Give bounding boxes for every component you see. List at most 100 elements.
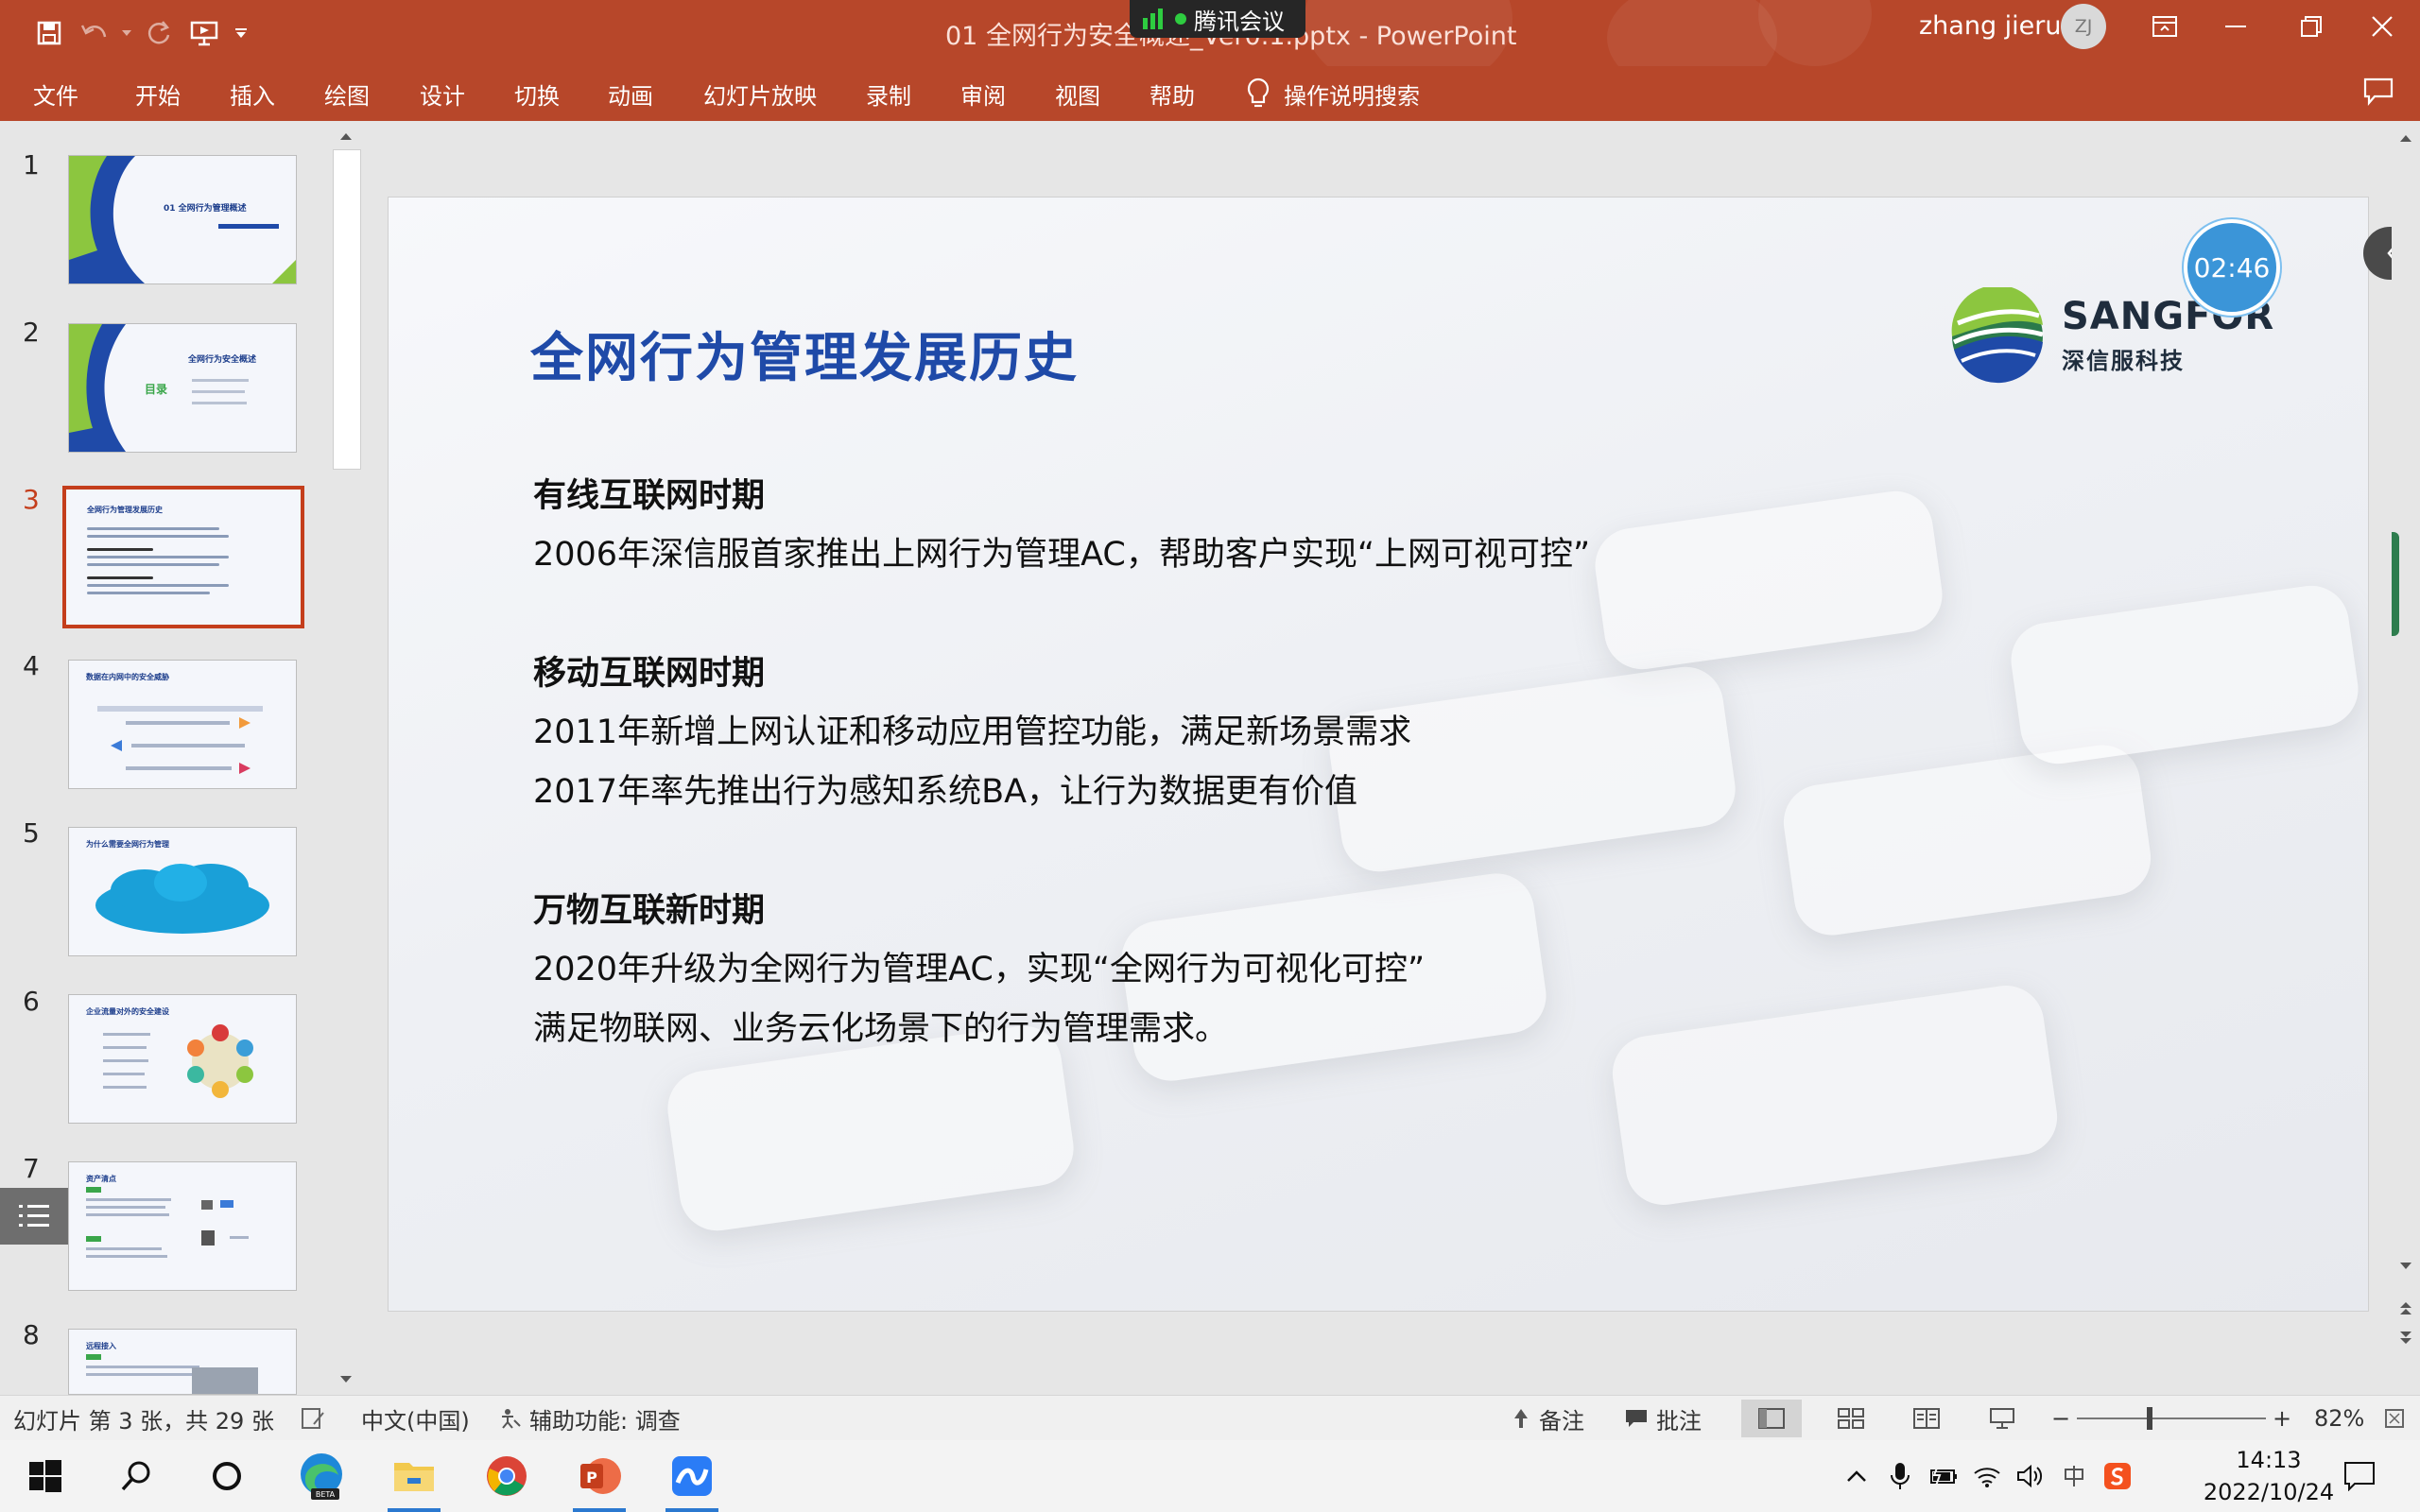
tab-animations[interactable]: 动画 xyxy=(608,66,653,121)
edge-beta-icon[interactable]: BETA xyxy=(291,1446,352,1506)
tell-me-search[interactable]: 操作说明搜索 xyxy=(1246,66,1420,121)
floating-panel-handle[interactable] xyxy=(2392,532,2399,636)
tab-slide-show[interactable]: 幻灯片放映 xyxy=(703,66,817,121)
tab-help[interactable]: 帮助 xyxy=(1150,66,1195,121)
user-name[interactable]: zhang jieru xyxy=(1919,11,2062,41)
zoom-level[interactable]: 82% xyxy=(2314,1396,2364,1441)
scroll-up-icon[interactable] xyxy=(331,125,361,147)
tab-home[interactable]: 开始 xyxy=(135,66,181,121)
thumbnail-title: 全网行为管理发展历史 xyxy=(87,506,163,514)
normal-view-button[interactable] xyxy=(1741,1400,1802,1437)
thumbnail-number: 2 xyxy=(23,317,40,348)
slide-thumbnail-8[interactable]: 远程接入 xyxy=(68,1329,297,1395)
spelling-check-icon[interactable] xyxy=(301,1396,325,1441)
lightbulb-icon xyxy=(1247,77,1270,108)
notification-center-icon[interactable] xyxy=(2329,1446,2390,1506)
tab-design[interactable]: 设计 xyxy=(420,66,465,121)
zoom-out-button[interactable]: − xyxy=(2051,1396,2070,1441)
language-status[interactable]: 中文(中国) xyxy=(361,1396,470,1441)
search-icon[interactable] xyxy=(106,1446,166,1506)
close-icon[interactable] xyxy=(2349,0,2415,53)
slide-thumbnail-3[interactable]: 全网行为管理发展历史 xyxy=(62,486,304,628)
accessibility-label: 辅助功能: 调查 xyxy=(529,1407,681,1435)
ribbon-display-options-icon[interactable] xyxy=(2132,0,2198,53)
zoom-slider[interactable] xyxy=(2077,1418,2266,1419)
thumbnails-scrollbar[interactable] xyxy=(331,121,361,1392)
comments-icon[interactable] xyxy=(2363,77,2394,112)
powerpoint-icon[interactable]: P xyxy=(569,1446,630,1512)
system-clock[interactable]: 14:13 2022/10/24 xyxy=(2184,1444,2354,1508)
section-text[interactable]: 2017年率先推出行为感知系统BA，让行为数据更有价值 xyxy=(533,765,1357,813)
scroll-down-icon[interactable] xyxy=(331,1368,361,1391)
slide-canvas[interactable]: 全网行为管理发展历史 SANGFOR 深信服科技 有线互联网时期 2006年深信… xyxy=(388,197,2369,1312)
undo-dropdown-icon[interactable] xyxy=(117,10,136,56)
section-text[interactable]: 2006年深信服首家推出上网行为管理AC，帮助客户实现“上网可视可控” xyxy=(533,527,1590,576)
section-text[interactable]: 2020年升级为全网行为管理AC，实现“全网行为可视化可控” xyxy=(533,942,1425,990)
customize-toolbar-icon[interactable] xyxy=(227,10,255,56)
scroll-down-icon[interactable] xyxy=(2392,1255,2420,1278)
slide-sorter-button[interactable] xyxy=(1821,1400,1881,1437)
tab-file[interactable]: 文件 xyxy=(33,66,78,121)
thumbnail-subtitle: 目录 xyxy=(145,383,168,396)
restore-icon[interactable] xyxy=(2278,0,2344,53)
outline-view-button[interactable] xyxy=(0,1188,68,1245)
section-heading[interactable]: 有线互联网时期 xyxy=(533,469,765,517)
ribbon-tabs: 文件 开始 插入 绘图 设计 切换 动画 幻灯片放映 录制 审阅 视图 帮助 操… xyxy=(0,66,2420,121)
slide-thumbnail-5[interactable]: 为什么需要全网行为管理 xyxy=(68,827,297,956)
slide-thumbnail-1[interactable]: 01 全网行为管理概述 xyxy=(68,155,297,284)
section-text[interactable]: 满足物联网、业务云化场景下的行为管理需求。 xyxy=(533,1002,1228,1050)
tell-me-label: 操作说明搜索 xyxy=(1284,82,1420,110)
tab-transitions[interactable]: 切换 xyxy=(514,66,560,121)
editor-scrollbar[interactable] xyxy=(2392,121,2420,1395)
slide-thumbnail-7[interactable]: 资产清点 xyxy=(68,1161,297,1291)
meeting-timer[interactable]: 02:46 xyxy=(2184,219,2280,316)
input-method-icon[interactable] xyxy=(2055,1446,2093,1506)
zoom-slider-thumb[interactable] xyxy=(2147,1407,2152,1430)
tab-review[interactable]: 审阅 xyxy=(960,66,1006,121)
present-from-beginning-icon[interactable] xyxy=(182,10,227,56)
tab-insert[interactable]: 插入 xyxy=(230,66,275,121)
file-explorer-icon[interactable] xyxy=(384,1446,444,1512)
thumbnail-number: 7 xyxy=(23,1153,40,1184)
windows-start-icon[interactable] xyxy=(15,1446,76,1506)
minimize-icon[interactable] xyxy=(2203,0,2269,53)
slide-thumbnail-4[interactable]: 数据在内网中的安全威胁 xyxy=(68,660,297,789)
cortana-icon[interactable] xyxy=(197,1446,257,1506)
thumbnail-title: 全网行为安全概述 xyxy=(188,355,257,365)
chrome-icon[interactable] xyxy=(476,1446,537,1506)
notes-button[interactable]: 备注 xyxy=(1511,1396,1584,1441)
microphone-icon[interactable] xyxy=(1881,1446,1919,1506)
next-slide-icon[interactable] xyxy=(2392,1327,2420,1349)
wifi-icon[interactable] xyxy=(1968,1446,2006,1506)
slide-show-button[interactable] xyxy=(1972,1400,2032,1437)
chevron-up-icon[interactable] xyxy=(1838,1446,1876,1506)
comments-button[interactable]: 批注 xyxy=(1624,1396,1702,1441)
scrollbar-thumb[interactable] xyxy=(333,149,361,470)
section-heading[interactable]: 万物互联新时期 xyxy=(533,884,765,932)
meeting-badge[interactable]: 腾讯会议 xyxy=(1130,0,1305,38)
redo-icon[interactable] xyxy=(136,10,182,56)
zoom-in-button[interactable]: + xyxy=(2273,1396,2291,1441)
slide-thumbnail-2[interactable]: 全网行为安全概述 目录 xyxy=(68,323,297,453)
battery-icon[interactable] xyxy=(1925,1446,1962,1506)
section-text[interactable]: 2011年新增上网认证和移动应用管控功能，满足新场景需求 xyxy=(533,705,1411,753)
scroll-up-icon[interactable] xyxy=(2392,127,2420,149)
tab-draw[interactable]: 绘图 xyxy=(324,66,370,121)
sogou-input-icon[interactable] xyxy=(2099,1446,2136,1506)
tab-record[interactable]: 录制 xyxy=(866,66,911,121)
previous-slide-icon[interactable] xyxy=(2392,1297,2420,1319)
tab-view[interactable]: 视图 xyxy=(1055,66,1100,121)
slide-thumbnail-6[interactable]: 企业流量对外的安全建设 xyxy=(68,994,297,1124)
section-heading[interactable]: 移动互联网时期 xyxy=(533,646,765,695)
reading-view-button[interactable] xyxy=(1896,1400,1957,1437)
accessibility-status[interactable]: 辅助功能: 调查 xyxy=(499,1396,681,1441)
tencent-meeting-icon[interactable] xyxy=(662,1446,722,1512)
avatar[interactable]: ZJ xyxy=(2061,4,2106,49)
volume-icon[interactable] xyxy=(2012,1446,2049,1506)
fit-to-window-icon[interactable] xyxy=(2384,1396,2405,1441)
thumbnail-title: 01 全网行为管理概述 xyxy=(164,204,247,214)
undo-icon[interactable] xyxy=(72,10,117,56)
save-icon[interactable] xyxy=(26,10,72,56)
slide-title[interactable]: 全网行为管理发展历史 xyxy=(530,316,1079,392)
thumbnail-number: 6 xyxy=(23,986,40,1017)
